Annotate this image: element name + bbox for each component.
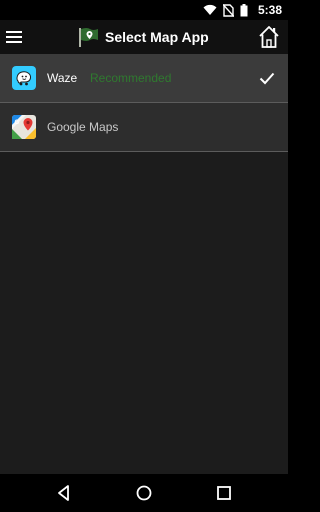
menu-icon[interactable] (6, 26, 28, 48)
system-nav-bar (0, 474, 288, 512)
status-bar: 5:38 (0, 0, 288, 20)
app-flag-icon (79, 28, 98, 47)
battery-icon (240, 3, 248, 17)
recommended-badge: Recommended (90, 71, 172, 85)
toolbar-title-group: Select Map App (77, 25, 209, 49)
svg-text:G: G (15, 120, 20, 126)
no-sim-icon (222, 3, 234, 17)
list-item-label: Google Maps (47, 120, 119, 134)
menu-line (6, 31, 22, 33)
list-item-google-maps[interactable]: G Google Maps (0, 103, 288, 152)
wifi-icon (203, 4, 217, 16)
menu-line (6, 41, 22, 43)
google-maps-icon: G (12, 115, 36, 139)
recents-icon[interactable] (214, 483, 234, 503)
status-time: 5:38 (257, 3, 282, 17)
home-nav-icon[interactable] (134, 483, 154, 503)
menu-line (6, 36, 22, 38)
content-area (0, 152, 288, 474)
toolbar: Select Map App (0, 20, 288, 54)
back-icon[interactable] (54, 483, 74, 503)
map-app-list: Waze Recommended G Google Maps (0, 54, 288, 152)
waze-icon (12, 66, 36, 90)
list-item-label: Waze (47, 71, 78, 85)
home-icon[interactable] (258, 24, 280, 50)
list-item-waze[interactable]: Waze Recommended (0, 54, 288, 103)
page-title: Select Map App (105, 29, 209, 45)
checkmark-icon (259, 72, 275, 85)
status-icons: 5:38 (203, 2, 282, 18)
